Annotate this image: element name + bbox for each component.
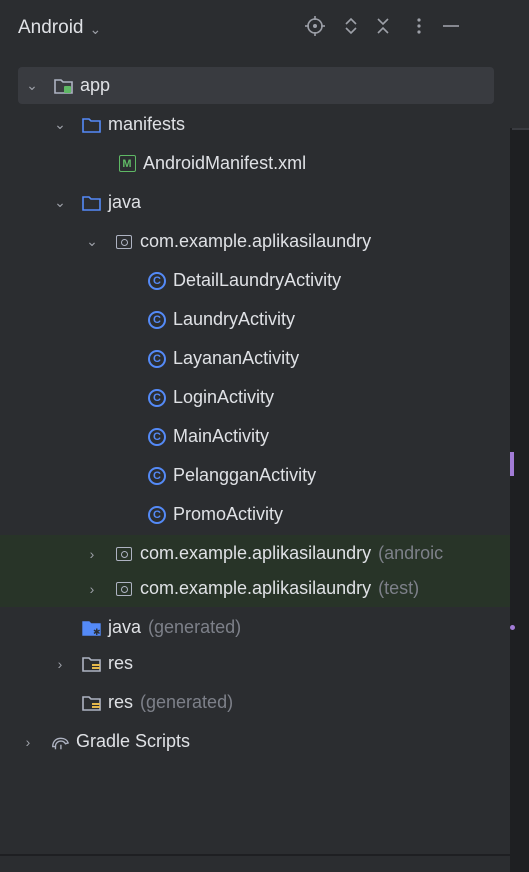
tree-node-android-manifest[interactable]: M AndroidManifest.xml: [0, 145, 510, 182]
tree-node-label: java: [108, 617, 142, 637]
folder-icon: [82, 193, 102, 213]
tree-node-suffix: (generated): [148, 617, 242, 637]
package-icon: [114, 544, 134, 564]
collapse-all-icon[interactable]: [371, 14, 395, 38]
tree-node-label: res: [108, 692, 134, 712]
editor-edge: [510, 0, 529, 872]
tree-node-label: LaundryActivity: [173, 309, 296, 329]
tree-node-label: com.example.aplikasilaundry: [140, 578, 372, 598]
panel-bottom-border: [0, 854, 510, 856]
tree-node-label: MainActivity: [173, 426, 270, 446]
tree-node-label: AndroidManifest.xml: [143, 153, 307, 173]
tree-node-class[interactable]: C LayananActivity: [0, 340, 510, 377]
package-icon: [114, 232, 134, 252]
package-icon: [114, 579, 134, 599]
minimize-icon[interactable]: [439, 14, 463, 38]
tree-node-package-test[interactable]: › com.example.aplikasilaundry (test): [0, 570, 512, 607]
tree-node-label: LoginActivity: [173, 387, 275, 407]
tree-node-package-android-test[interactable]: › com.example.aplikasilaundry (androic: [0, 535, 512, 572]
more-options-icon[interactable]: [407, 14, 431, 38]
tree-node-class[interactable]: C LoginActivity: [0, 379, 510, 416]
tree-node-gradle-scripts[interactable]: › Gradle Scripts: [0, 723, 510, 760]
tree-node-class[interactable]: C DetailLaundryActivity: [0, 262, 510, 299]
project-tool-window-header: Android ⌄: [0, 0, 510, 58]
expand-all-icon[interactable]: [339, 14, 363, 38]
chevron-down-icon[interactable]: ⌄: [24, 77, 40, 94]
tree-node-label: manifests: [108, 114, 186, 134]
tree-node-suffix: (generated): [140, 692, 234, 712]
tree-node-class[interactable]: C MainActivity: [0, 418, 510, 455]
tree-node-res[interactable]: › res: [0, 645, 510, 682]
tree-node-label: app: [80, 75, 111, 95]
manifest-file-icon: M: [117, 154, 137, 174]
chevron-down-icon[interactable]: ⌄: [84, 233, 100, 250]
class-icon: C: [147, 349, 167, 369]
tree-node-class[interactable]: C PromoActivity: [0, 496, 510, 533]
gradle-elephant-icon: [50, 732, 70, 752]
chevron-right-icon[interactable]: ›: [84, 581, 100, 597]
folder-icon: [82, 115, 102, 135]
view-selector-label: Android: [18, 17, 84, 38]
generated-folder-icon: ✱: [82, 618, 102, 638]
gutter-marker: [510, 452, 514, 476]
tree-node-suffix: (androic: [378, 543, 444, 563]
chevron-down-icon[interactable]: ⌄: [52, 194, 68, 211]
tree-node-label: com.example.aplikasilaundry: [140, 231, 372, 251]
locate-icon[interactable]: [303, 14, 327, 38]
tree-node-class[interactable]: C PelangganActivity: [0, 457, 510, 494]
divider: [512, 128, 529, 130]
view-selector[interactable]: Android ⌄: [18, 17, 101, 39]
tree-node-label: com.example.aplikasilaundry: [140, 543, 372, 563]
tree-node-java-generated[interactable]: ✱ java (generated): [0, 609, 510, 646]
tree-node-label: Gradle Scripts: [76, 731, 191, 751]
class-icon: C: [147, 466, 167, 486]
resource-folder-icon: [82, 693, 102, 713]
class-icon: C: [147, 388, 167, 408]
tree-node-manifests[interactable]: ⌄ manifests: [0, 106, 510, 143]
chevron-right-icon[interactable]: ›: [84, 546, 100, 562]
tree-node-label: res: [108, 653, 134, 673]
chevron-right-icon[interactable]: ›: [52, 656, 68, 672]
gutter-dot: [510, 625, 515, 630]
class-icon: C: [147, 505, 167, 525]
tree-node-java[interactable]: ⌄ java: [0, 184, 510, 221]
tree-node-res-generated[interactable]: res (generated): [0, 684, 510, 721]
tree-node-label: java: [108, 192, 142, 212]
tree-node-label: LayananActivity: [173, 348, 300, 368]
tree-node-package-main[interactable]: ⌄ com.example.aplikasilaundry: [0, 223, 510, 260]
tree-node-label: PromoActivity: [173, 504, 284, 524]
tree-node-label: PelangganActivity: [173, 465, 317, 485]
tree-node-label: DetailLaundryActivity: [173, 270, 342, 290]
class-icon: C: [147, 310, 167, 330]
chevron-down-icon: ⌄: [89, 20, 102, 37]
module-folder-icon: [54, 76, 74, 96]
editor-edge-segment: [510, 0, 529, 128]
class-icon: C: [147, 271, 167, 291]
tree-node-suffix: (test): [378, 578, 420, 598]
tree-node-class[interactable]: C LaundryActivity: [0, 301, 510, 338]
resource-folder-icon: [82, 654, 102, 674]
chevron-down-icon[interactable]: ⌄: [52, 116, 68, 133]
chevron-right-icon[interactable]: ›: [20, 734, 36, 750]
svg-text:✱: ✱: [93, 628, 101, 637]
class-icon: C: [147, 427, 167, 447]
tree-node-app[interactable]: ⌄ app: [18, 67, 494, 104]
